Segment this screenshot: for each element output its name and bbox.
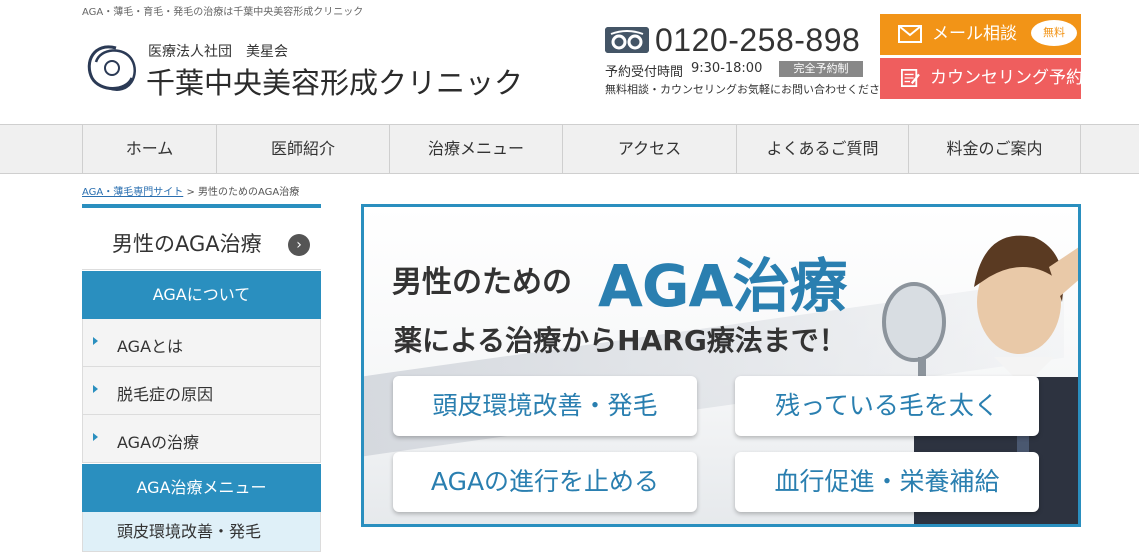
nav-home[interactable]: ホーム [82,125,216,173]
sidebar-subitem-scalp[interactable]: 頭皮環境改善・発毛 [82,512,321,552]
mail-icon [898,25,922,43]
nav-faq[interactable]: よくあるご質問 [736,125,908,173]
sidebar: 男性のAGA治療 › AGAについて AGAとは 脱毛症の原因 AGAの治療 A… [82,204,321,552]
hero-title-lead: 男性のための [392,265,572,300]
hero-feature-circulation: 血行促進・栄養補給 [735,452,1039,512]
sidebar-item-label: 脱毛症の原因 [117,385,214,404]
chevron-right-icon: › [288,234,310,256]
hero-feature-scalp: 頭皮環境改善・発毛 [393,376,697,436]
breadcrumb: AGA・薄毛専門サイト > 男性のためのAGA治療 [82,183,299,198]
nav-access[interactable]: アクセス [562,125,736,173]
counseling-reservation-button[interactable]: カウンセリング予約 [880,58,1083,99]
reservation-badge: 完全予約制 [779,61,863,77]
triangle-bullet-icon [93,385,98,393]
hero-feature-thicken: 残っている毛を太く [735,376,1039,436]
triangle-bullet-icon [93,337,98,345]
sidebar-item-aga-treatment[interactable]: AGAの治療 [82,415,321,463]
site-tagline: AGA・薄毛・育毛・発毛の治療は千葉中央美容形成クリニック [82,7,364,18]
free-badge: 無料 [1031,20,1077,46]
sidebar-title[interactable]: 男性のAGA治療 › [82,204,321,270]
hero-feature-stop-progress: AGAの進行を止める [393,452,697,512]
hero-subtitle: 薬による治療からHARG療法まで！ [394,324,847,357]
reservation-form-icon [901,69,920,87]
sidebar-item-label: AGAの治療 [117,433,200,452]
hours-label: 予約受付時間 [605,65,684,80]
mail-consult-button[interactable]: メール相談 無料 [880,14,1081,55]
phone-number[interactable]: 0120-258-898 [655,22,860,59]
sidebar-item-causes[interactable]: 脱毛症の原因 [82,367,321,415]
hero-title-main: AGA治療 [598,252,847,320]
breadcrumb-separator: > [183,187,199,198]
breadcrumb-link-home[interactable]: AGA・薄毛専門サイト [82,187,183,198]
sidebar-item-label: AGAとは [117,337,184,356]
logo-mark-icon [87,45,136,91]
hero-banner: 男性のための AGA治療 薬による治療からHARG療法まで！ 頭皮環境改善・発毛… [361,204,1081,527]
logo-subtitle: 医療法人社団 美星会 [148,44,288,60]
phone-note: 無料相談・カウンセリングお気軽にお問い合わせください [605,83,891,96]
counseling-reservation-label: カウンセリング予約 [930,68,1083,88]
sidebar-category-about[interactable]: AGAについて [82,271,321,319]
nav-doctors[interactable]: 医師紹介 [216,125,389,173]
hours-time: 9:30-18:00 [691,61,763,76]
nav-treatment-menu[interactable]: 治療メニュー [389,125,562,173]
sidebar-title-text: 男性のAGA治療 [112,232,262,256]
triangle-bullet-icon [93,433,98,441]
mail-consult-label: メール相談 [932,24,1017,44]
clinic-logo[interactable]: 医療法人社団 美星会 千葉中央美容形成クリニック [82,38,523,100]
sidebar-item-what-is-aga[interactable]: AGAとは [82,319,321,367]
freedial-icon [605,27,649,53]
nav-pricing[interactable]: 料金のご案内 [908,125,1081,173]
sidebar-category-menu[interactable]: AGA治療メニュー [82,464,321,512]
logo-clinic-name: 千葉中央美容形成クリニック [146,66,524,100]
breadcrumb-current: 男性のためのAGA治療 [198,187,300,198]
global-nav: ホーム 医師紹介 治療メニュー アクセス よくあるご質問 料金のご案内 [0,124,1139,174]
